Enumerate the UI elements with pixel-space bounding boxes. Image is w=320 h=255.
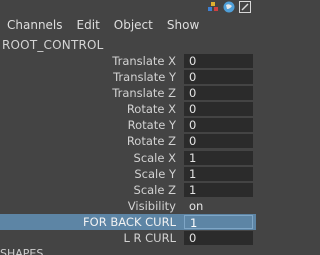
menu-show[interactable]: Show — [160, 14, 206, 36]
attribute-row-rotate-x[interactable]: Rotate X 0 — [0, 101, 256, 117]
edit-icon[interactable] — [238, 0, 252, 14]
attribute-label[interactable]: Scale Y — [134, 166, 176, 182]
attribute-label[interactable]: Rotate X — [127, 101, 176, 117]
attribute-value-field[interactable]: 0 — [184, 86, 253, 101]
attribute-value-field[interactable]: 1 — [184, 182, 253, 197]
attribute-value-field[interactable]: 1 — [184, 214, 253, 230]
toolbar-icons — [206, 0, 256, 14]
attribute-row-l-r-curl[interactable]: L R CURL 0 — [0, 230, 256, 246]
attribute-list: Translate X 0 Translate Y 0 Translate Z … — [0, 53, 256, 246]
menu-edit[interactable]: Edit — [70, 14, 107, 36]
attribute-row-translate-z[interactable]: Translate Z 0 — [0, 85, 256, 101]
attribute-label[interactable]: Translate Y — [113, 69, 176, 85]
attribute-row-translate-y[interactable]: Translate Y 0 — [0, 69, 256, 85]
attribute-label[interactable]: Visibility — [128, 198, 176, 214]
attribute-label[interactable]: L R CURL — [123, 230, 176, 246]
attribute-label[interactable]: Translate Z — [112, 85, 176, 101]
menu-channels[interactable]: Channels — [0, 14, 70, 36]
attribute-value-field[interactable]: 0 — [184, 70, 253, 85]
globe-icon[interactable] — [222, 0, 236, 14]
attribute-value-field[interactable]: 0 — [184, 102, 253, 117]
attribute-value-field[interactable]: 0 — [184, 118, 253, 133]
menu-bar: Channels Edit Object Show — [0, 14, 256, 36]
attribute-value-field[interactable]: 0 — [184, 54, 253, 68]
attribute-row-for-back-curl[interactable]: FOR BACK CURL 1 — [0, 213, 256, 230]
attribute-row-rotate-z[interactable]: Rotate Z 0 — [0, 133, 256, 149]
shapes-section-title[interactable]: SHAPES — [0, 247, 43, 255]
attribute-row-visibility[interactable]: Visibility on — [0, 198, 256, 214]
attribute-row-scale-y[interactable]: Scale Y 1 — [0, 166, 256, 182]
attribute-value-field[interactable]: 1 — [184, 150, 253, 165]
channel-box-panel: Channels Edit Object Show ROOT_CONTROL T… — [0, 0, 256, 255]
node-title[interactable]: ROOT_CONTROL — [2, 38, 104, 52]
attribute-value-field[interactable]: 0 — [184, 231, 253, 246]
attribute-value-field[interactable]: 1 — [184, 166, 253, 181]
attribute-label[interactable]: Translate X — [112, 53, 176, 69]
attribute-value-field[interactable]: on — [184, 199, 253, 213]
attribute-row-scale-z[interactable]: Scale Z 1 — [0, 182, 256, 198]
attribute-label[interactable]: Rotate Y — [128, 117, 176, 133]
attribute-row-translate-x[interactable]: Translate X 0 — [0, 53, 256, 69]
attribute-label[interactable]: Rotate Z — [127, 133, 176, 149]
attribute-row-rotate-y[interactable]: Rotate Y 0 — [0, 117, 256, 133]
attribute-label[interactable]: Scale X — [134, 150, 176, 166]
attribute-value-field[interactable]: 0 — [184, 134, 253, 149]
channel-box-icon[interactable] — [206, 0, 220, 14]
menu-object[interactable]: Object — [107, 14, 160, 36]
attribute-label[interactable]: Scale Z — [134, 182, 176, 198]
attribute-row-scale-x[interactable]: Scale X 1 — [0, 150, 256, 166]
